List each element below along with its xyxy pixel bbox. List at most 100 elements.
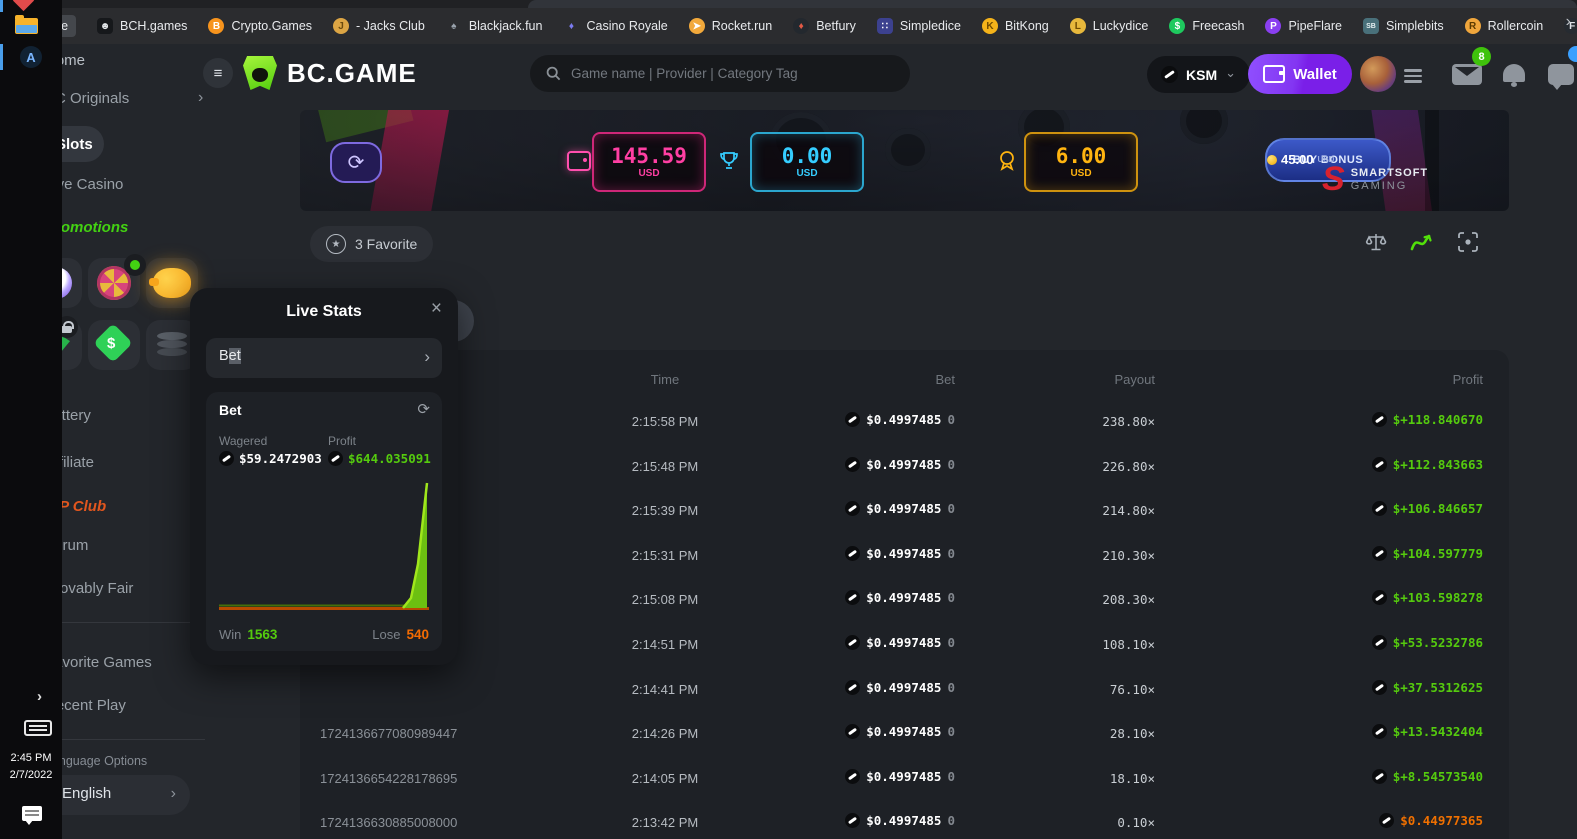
profit-amount: $+103.598278	[1372, 590, 1483, 605]
profit-label: Profit	[328, 434, 356, 448]
bookmark-rocket-run[interactable]: ➤Rocket.run	[689, 18, 772, 34]
file-explorer-icon[interactable]	[15, 18, 38, 34]
payout-multiplier: 28.10×	[1110, 726, 1155, 741]
fairness-scales-icon[interactable]	[1364, 230, 1388, 254]
bookmark-casino-royale[interactable]: ♦Casino Royale	[563, 18, 667, 34]
bet-amount: $0.49974850	[845, 724, 955, 739]
logo[interactable]: BC.GAME	[243, 56, 417, 90]
bookmark-bch-games[interactable]: ☻BCH.games	[97, 18, 187, 34]
profit-amount: $+13.5432404	[1372, 724, 1483, 739]
favorite-button[interactable]: ★ 3 Favorite	[310, 226, 433, 262]
table-row[interactable]: 17241366770809894472:14:26 PM$0.49974850…	[300, 724, 1509, 744]
coin-icon	[1372, 546, 1387, 561]
favicon: ♠	[446, 18, 462, 34]
bet-amount: $0.49974850	[845, 635, 955, 650]
bet-id: 1724136677080989447	[320, 726, 457, 741]
search-input[interactable]: Game name | Provider | Category Tag	[530, 55, 910, 92]
table-row[interactable]: 2:14:51 PM$0.49974850108.10×$+53.5232786	[300, 635, 1509, 655]
profit-amount: $0.44977365	[1379, 813, 1483, 828]
bookmark-label: Crypto.Games	[231, 19, 312, 33]
bet-amount: $0.49974850	[845, 457, 955, 472]
sidebar-toggle-button[interactable]: ≡	[203, 58, 233, 88]
active-app-icon[interactable]: A	[20, 46, 42, 68]
clock-time[interactable]: 2:45 PM	[0, 752, 62, 764]
chat-icon[interactable]	[1548, 64, 1574, 85]
bookmarks-bar: Game☻BCH.gamesBCrypto.GamesJ- Jacks Club…	[0, 8, 1577, 44]
gold-coin-icon	[1267, 155, 1277, 165]
bookmarks-overflow-icon[interactable]: ›	[1566, 14, 1571, 30]
avatar[interactable]	[1360, 56, 1396, 92]
account-menu-icon[interactable]	[1404, 66, 1422, 86]
active-tab-top[interactable]	[528, 0, 1577, 8]
coin-icon	[1372, 724, 1387, 739]
bookmark-freecash[interactable]: $Freecash	[1169, 18, 1244, 34]
payout-multiplier: 226.80×	[1102, 459, 1155, 474]
bookmark-rollercoin[interactable]: RRollercoin	[1465, 18, 1544, 34]
panel-title: Live Stats	[190, 303, 458, 321]
smartsoft-s-icon: S	[1322, 166, 1345, 193]
bookmark-label: Betfury	[816, 19, 856, 33]
favicon: SB	[1363, 18, 1379, 34]
bet-amount: $0.49974850	[845, 546, 955, 561]
bet-time: 2:15:08 PM	[565, 592, 765, 607]
sidebar-divider	[45, 739, 205, 740]
bookmark-crypto-games[interactable]: BCrypto.Games	[208, 18, 312, 34]
bet-time: 2:15:58 PM	[565, 414, 765, 429]
bookmark-betfury[interactable]: ♦Betfury	[793, 18, 856, 34]
bookmark-pipeflare[interactable]: P PipeFlare	[1265, 18, 1342, 34]
wheel-notification-dot	[124, 254, 146, 276]
table-row[interactable]: 2:15:39 PM$0.49974850214.80×$+106.846657	[300, 501, 1509, 521]
profit-amount: $+104.597779	[1372, 546, 1483, 561]
bookmark-label: Casino Royale	[586, 19, 667, 33]
table-row[interactable]: 2:15:48 PM$0.49974850226.80×$+112.843663	[300, 457, 1509, 477]
wallet-button[interactable]: Wallet	[1248, 54, 1352, 94]
table-row[interactable]: 2:15:31 PM$0.49974850210.30×$+104.597779	[300, 546, 1509, 566]
touch-keyboard-icon[interactable]	[24, 720, 52, 736]
card-title: Bet	[219, 402, 242, 418]
show-hidden-icons-chevron[interactable]: ›	[37, 688, 42, 705]
clock-date[interactable]: 2/7/2022	[0, 769, 62, 781]
close-icon[interactable]: ×	[431, 298, 442, 320]
bet-stats-card: Bet ⟳ Wagered $59.2472903 Profit $644.03…	[206, 392, 442, 651]
win-display: 0.00 USD	[750, 132, 864, 192]
table-row[interactable]: 2:14:41 PM$0.4997485076.10×$+37.5312625	[300, 680, 1509, 700]
search-icon	[546, 66, 561, 81]
search-placeholder: Game name | Provider | Category Tag	[571, 66, 798, 81]
wagered-label: Wagered	[219, 434, 267, 448]
theater-mode-icon[interactable]	[1456, 230, 1480, 254]
reset-stats-icon[interactable]: ⟳	[417, 400, 430, 418]
game-loop-button[interactable]: ⟳	[330, 142, 382, 183]
pinned-app-icon[interactable]	[13, 0, 34, 11]
coins-stack-icon	[157, 332, 187, 340]
table-row[interactable]: 2:15:08 PM$0.49974850208.30×$+103.598278	[300, 590, 1509, 610]
piggy-bank-icon	[153, 268, 191, 298]
favicon: P	[1265, 18, 1281, 34]
table-row[interactable]: 17241366542281786952:14:05 PM$0.49974850…	[300, 769, 1509, 789]
bookmark-luckydice[interactable]: LLuckydice	[1070, 18, 1149, 34]
bookmark-bitkong[interactable]: KBitKong	[982, 18, 1049, 34]
bookmark-label: Freecash	[1192, 19, 1244, 33]
coin-icon	[845, 501, 860, 516]
game-banner: ⟳ 145.59 USD 0.00 USD 6.00 USD BUY BON	[300, 110, 1509, 211]
bookmark-blackjack-fun[interactable]: ♠Blackjack.fun	[446, 18, 543, 34]
bookmark-label: PipeFlare	[1288, 19, 1342, 33]
payout-multiplier: 208.30×	[1102, 592, 1155, 607]
mail-icon[interactable]	[1452, 64, 1482, 85]
bet-time: 2:15:39 PM	[565, 503, 765, 518]
promo-tile-price-tag[interactable]: $	[88, 320, 140, 370]
payout-multiplier: 76.10×	[1110, 682, 1155, 697]
bookmark-simpledice[interactable]: ∷Simpledice	[877, 18, 961, 34]
notification-center-icon[interactable]	[22, 806, 42, 821]
lose-value: 540	[406, 627, 429, 642]
bookmark-simplebits[interactable]: SBSimplebits	[1363, 18, 1444, 34]
bell-icon[interactable]	[1503, 64, 1525, 82]
win-value: 1563	[247, 627, 277, 642]
chevron-right-icon[interactable]: ›	[198, 89, 203, 107]
table-row[interactable]: 2:15:58 PM$0.49974850238.80×$+118.840670	[300, 412, 1509, 432]
currency-selector[interactable]: KSM ⌄	[1147, 56, 1250, 93]
live-stats-icon[interactable]	[1410, 230, 1434, 254]
bookmark-label: BCH.games	[120, 19, 187, 33]
bookmark-jacks-club[interactable]: J- Jacks Club	[333, 18, 425, 34]
table-row[interactable]: 17241366308850080002:13:42 PM$0.49974850…	[300, 813, 1509, 833]
stats-mode-selector[interactable]: Bet ›	[206, 338, 442, 378]
